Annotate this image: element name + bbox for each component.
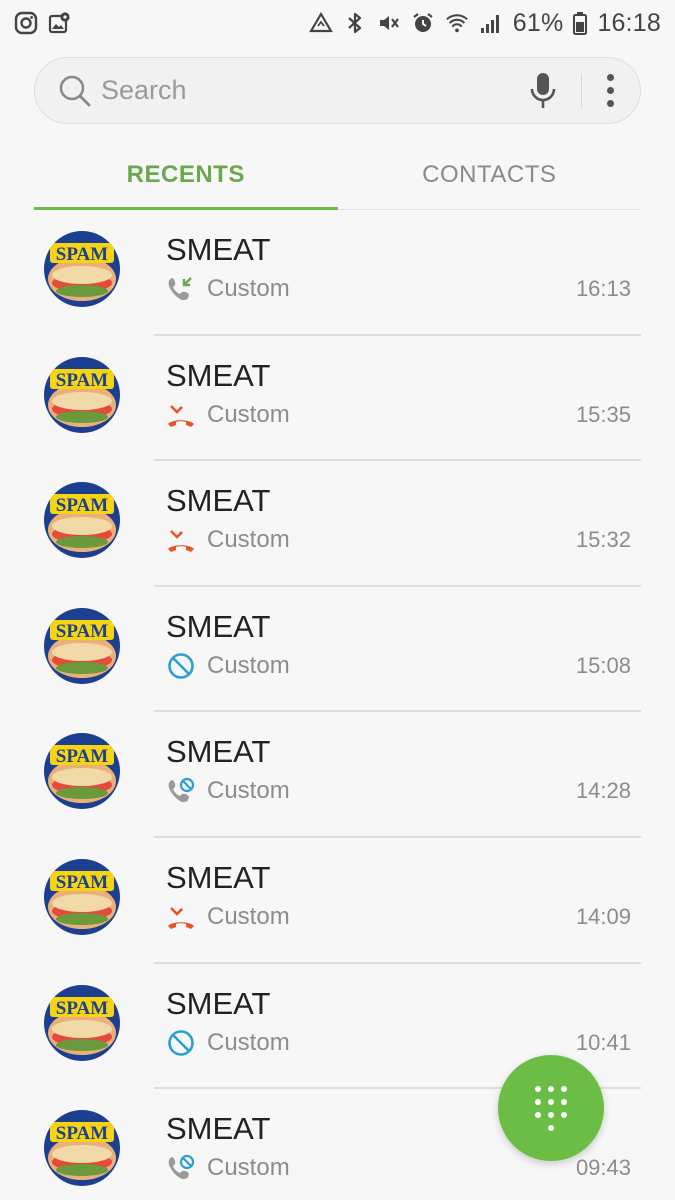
dialpad-icon <box>535 1085 567 1131</box>
call-time: 14:28 <box>575 778 631 804</box>
data-saver-icon <box>308 11 333 35</box>
tab-contacts[interactable]: CONTACTS <box>338 140 642 209</box>
call-log-item[interactable]: SPAM SMEAT Custom 16:13 <box>0 210 675 336</box>
blocked-call-icon <box>166 651 196 681</box>
avatar[interactable]: SPAM <box>44 984 120 1061</box>
caller-name: SMEAT <box>166 734 271 770</box>
avatar[interactable]: SPAM <box>44 733 120 810</box>
number-label: Custom <box>207 651 290 679</box>
search-bar[interactable] <box>34 57 641 124</box>
caller-name: SMEAT <box>166 1111 271 1147</box>
search-divider <box>581 73 582 108</box>
rejected-call-icon <box>166 1153 196 1183</box>
battery-icon <box>573 11 588 35</box>
svg-text:SPAM: SPAM <box>56 872 108 893</box>
number-label: Custom <box>207 400 290 428</box>
tab-recents[interactable]: RECENTS <box>34 140 338 210</box>
caller-name: SMEAT <box>166 859 271 895</box>
number-label: Custom <box>207 1154 290 1182</box>
caller-name: SMEAT <box>166 985 271 1021</box>
svg-text:SPAM: SPAM <box>56 998 108 1019</box>
signal-icon <box>479 11 503 35</box>
call-time: 14:09 <box>575 903 631 929</box>
call-time: 16:13 <box>575 276 631 301</box>
gallery-location-icon <box>48 11 72 35</box>
number-label: Custom <box>207 275 290 302</box>
call-log-item[interactable]: SPAM SMEAT Custom 14:28 <box>0 712 675 838</box>
svg-text:SPAM: SPAM <box>56 370 108 391</box>
number-label: Custom <box>207 902 290 930</box>
vibrate-mute-icon <box>377 11 401 35</box>
bluetooth-icon <box>343 11 367 35</box>
avatar[interactable]: SPAM <box>44 482 120 559</box>
call-log-item[interactable]: SPAM SMEAT Custom 14:09 <box>0 838 675 964</box>
missed-call-icon <box>166 525 196 555</box>
call-log-item[interactable]: SPAM SMEAT Custom 15:08 <box>0 587 675 713</box>
avatar[interactable]: SPAM <box>44 231 120 307</box>
avatar[interactable]: SPAM <box>44 1110 120 1187</box>
avatar[interactable]: SPAM <box>44 858 120 935</box>
svg-text:SPAM: SPAM <box>56 1123 108 1144</box>
svg-text:SPAM: SPAM <box>56 746 108 767</box>
call-log-item[interactable]: SPAM SMEAT Custom 15:35 <box>0 336 675 462</box>
tab-bar: RECENTS CONTACTS <box>34 140 641 210</box>
avatar[interactable]: SPAM <box>44 356 120 433</box>
svg-text:SPAM: SPAM <box>56 495 108 516</box>
avatar[interactable]: SPAM <box>44 607 120 684</box>
incoming-call-icon <box>166 274 196 304</box>
more-options-icon[interactable] <box>600 71 620 111</box>
call-log-item[interactable]: SPAM SMEAT Custom 15:32 <box>0 461 675 587</box>
call-time: 15:32 <box>575 527 631 553</box>
call-log-list: SPAM SMEAT Custom 16:13 SPAM SMEAT Custo… <box>0 210 675 1200</box>
microphone-icon[interactable] <box>525 71 561 111</box>
blocked-call-icon <box>166 1028 196 1058</box>
svg-text:SPAM: SPAM <box>56 621 108 642</box>
missed-call-icon <box>166 400 196 430</box>
number-label: Custom <box>207 526 290 554</box>
battery-percent: 61% <box>512 8 564 37</box>
call-time: 10:41 <box>575 1029 631 1055</box>
number-label: Custom <box>207 1028 290 1056</box>
number-label: Custom <box>207 777 290 805</box>
rejected-call-icon <box>166 776 196 806</box>
caller-name: SMEAT <box>166 357 271 393</box>
missed-call-icon <box>166 902 196 932</box>
alarm-icon <box>411 11 435 35</box>
instagram-icon <box>14 11 38 35</box>
caller-name: SMEAT <box>166 608 271 644</box>
wifi-icon <box>445 11 469 35</box>
call-time: 15:08 <box>575 652 631 678</box>
dialpad-button[interactable] <box>498 1055 604 1161</box>
search-input[interactable] <box>101 75 525 106</box>
caller-name: SMEAT <box>166 483 271 519</box>
call-time: 15:35 <box>575 401 631 427</box>
call-time: 09:43 <box>575 1155 631 1181</box>
svg-text:SPAM: SPAM <box>56 244 108 265</box>
clock: 16:18 <box>597 8 661 37</box>
caller-name: SMEAT <box>166 232 271 267</box>
search-icon <box>57 73 93 109</box>
status-bar: 61% 16:18 <box>0 0 675 46</box>
